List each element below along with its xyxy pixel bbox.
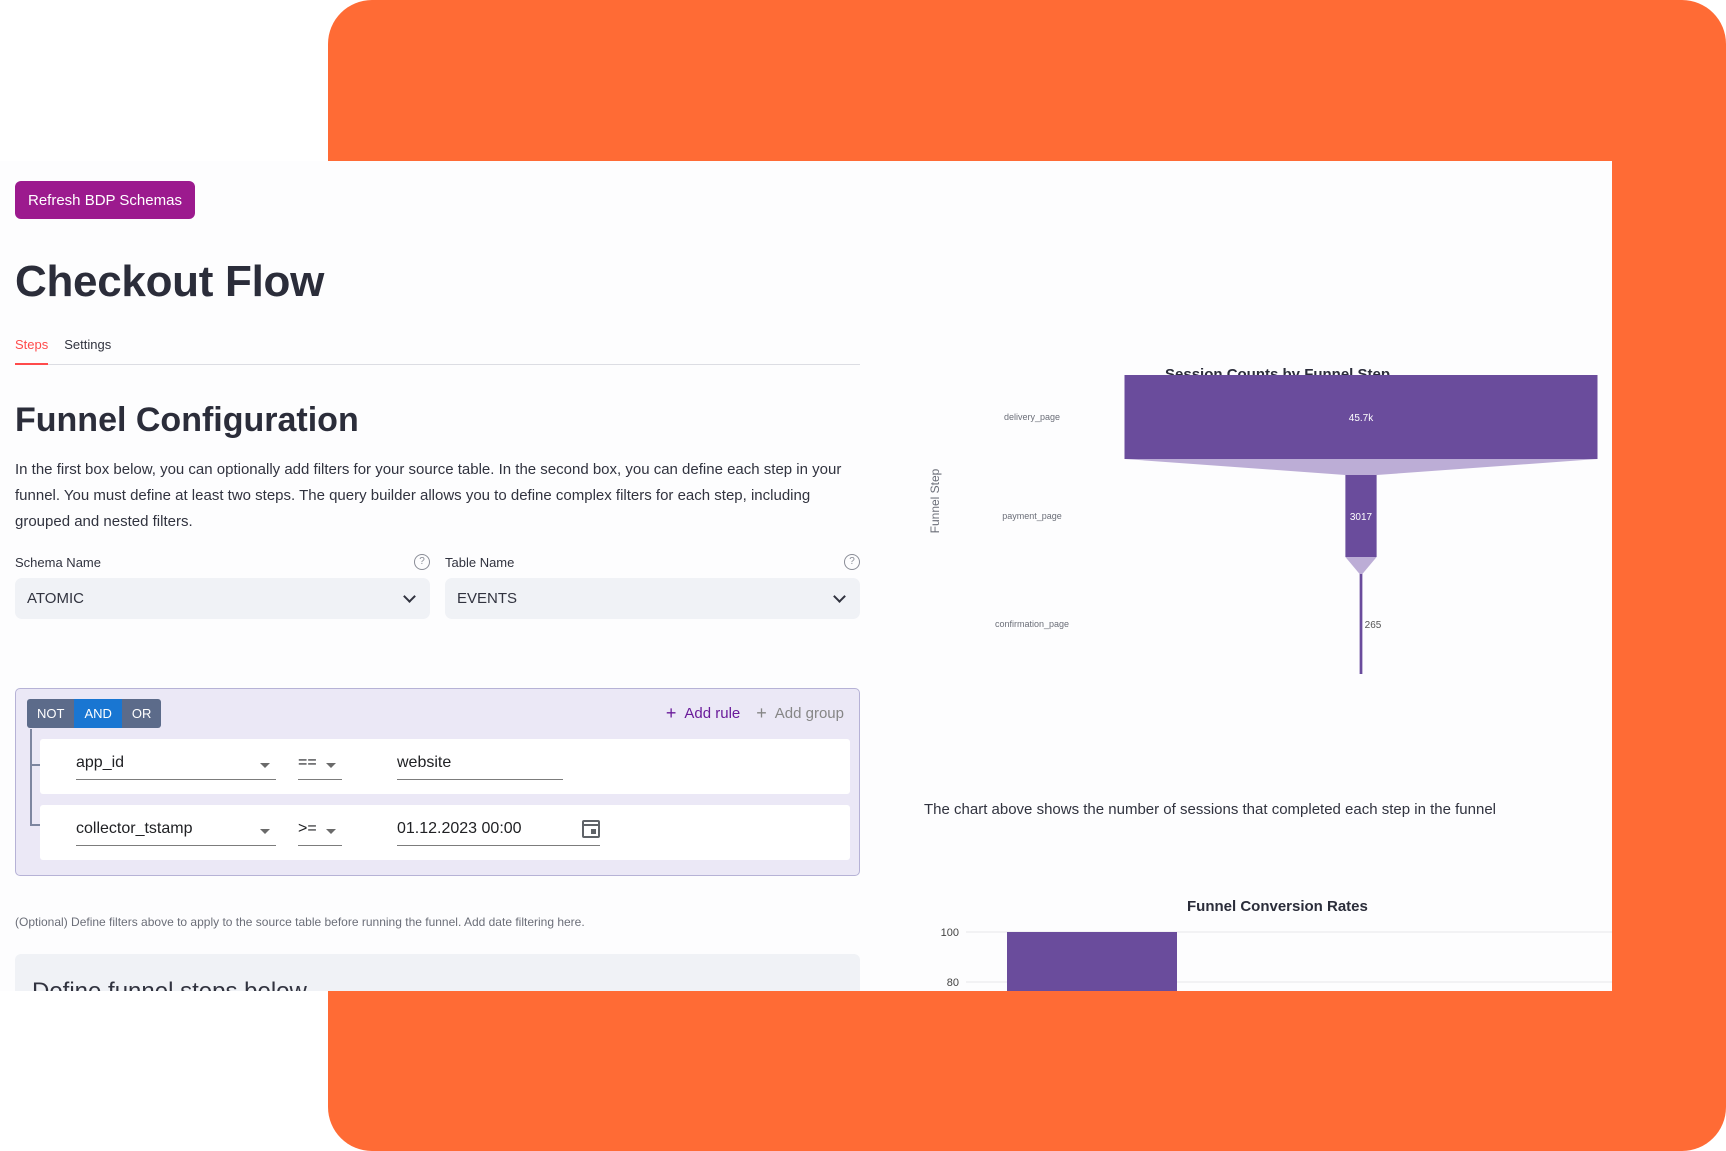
rule-value-text: website <box>397 754 452 771</box>
chart-caption: The chart above shows the number of sess… <box>924 801 1497 818</box>
funnel-value-label: 265 <box>1365 620 1382 631</box>
query-builder: NOT AND OR + Add rule + Add group app_id… <box>15 688 860 876</box>
y-tick-label: 80 <box>947 977 959 989</box>
table-name-value: EVENTS <box>457 590 518 607</box>
funnel-steps-box: Define funnel steps below <box>15 954 860 991</box>
rule-row: collector_tstamp >= 01.12.2023 00:00 <box>40 805 850 860</box>
add-rule-label: Add rule <box>684 705 741 722</box>
rule-date-input[interactable]: 01.12.2023 00:00 <box>397 818 600 846</box>
refresh-schemas-button[interactable]: Refresh BDP Schemas <box>15 181 195 219</box>
rule-operator-value: == <box>298 754 317 771</box>
caret-down-icon <box>326 763 336 768</box>
chevron-down-icon <box>833 590 846 603</box>
funnel-category-label: delivery_page <box>1004 412 1060 422</box>
caret-down-icon <box>326 829 336 834</box>
y-tick-label: 100 <box>941 927 959 939</box>
funnel-axis-label: Funnel Step <box>928 468 942 533</box>
conversion-bar <box>1007 932 1177 991</box>
schema-name-label: Schema Name <box>15 555 101 570</box>
table-name-select[interactable]: EVENTS <box>445 578 860 619</box>
rule-field-select[interactable]: collector_tstamp <box>76 818 276 846</box>
app-window: Refresh BDP Schemas Checkout Flow Steps … <box>0 161 1612 991</box>
schema-name-value: ATOMIC <box>27 590 84 607</box>
steps-box-title: Define funnel steps below <box>32 978 307 991</box>
add-rule-button[interactable]: + Add rule <box>665 703 741 723</box>
rule-value-input[interactable]: website <box>397 752 563 780</box>
intro-text: In the first box below, you can optional… <box>15 461 842 530</box>
table-name-label: Table Name <box>445 555 515 570</box>
combinator-and[interactable]: AND <box>74 699 122 728</box>
tab-bar: Steps Settings <box>15 331 860 365</box>
funnel-category-label: payment_page <box>1002 511 1062 521</box>
funnel-connector <box>1345 557 1377 574</box>
rule-field-value: app_id <box>76 754 125 771</box>
caret-down-icon <box>260 763 270 768</box>
add-group-button[interactable]: + Add group <box>756 703 844 723</box>
rule-field-select[interactable]: app_id <box>76 752 276 780</box>
rule-row: app_id == website <box>40 739 850 794</box>
funnel-value-label: 3017 <box>1350 512 1373 523</box>
combinator-group: NOT AND OR <box>27 699 162 728</box>
plus-icon: + <box>756 703 767 723</box>
caret-down-icon <box>260 829 270 834</box>
combinator-or[interactable]: OR <box>121 699 162 728</box>
section-title: Funnel Configuration <box>15 401 359 439</box>
rule-operator-select[interactable]: >= <box>298 818 342 846</box>
funnel-chart: Funnel Step delivery_page 45.7k payment_pa… <box>928 375 1598 674</box>
rule-operator-select[interactable]: == <box>298 752 342 780</box>
chevron-down-icon <box>403 590 416 603</box>
query-builder-actions: + Add rule + Add group <box>665 703 844 723</box>
tab-steps[interactable]: Steps <box>15 331 49 365</box>
rule-value-text: 01.12.2023 00:00 <box>397 820 522 837</box>
calendar-icon[interactable] <box>582 820 600 838</box>
tab-settings[interactable]: Settings <box>64 331 111 365</box>
schema-name-select[interactable]: ATOMIC <box>15 578 430 619</box>
plus-icon: + <box>665 703 677 723</box>
funnel-connector <box>1124 459 1598 475</box>
funnel-value-label: 45.7k <box>1349 413 1374 424</box>
filter-caption: (Optional) Define filters above to apply… <box>15 915 585 929</box>
combinator-not[interactable]: NOT <box>27 699 75 728</box>
rule-field-value: collector_tstamp <box>76 820 193 837</box>
add-group-label: Add group <box>774 705 844 722</box>
help-icon[interactable]: ? <box>844 554 860 570</box>
conversion-chart: 100 80 <box>941 927 1612 991</box>
rule-operator-value: >= <box>298 820 317 837</box>
help-icon[interactable]: ? <box>414 554 430 570</box>
funnel-category-label: confirmation_page <box>995 619 1069 629</box>
page-title: Checkout Flow <box>15 257 324 306</box>
tree-connector <box>30 729 32 824</box>
funnel-bar <box>1359 574 1363 674</box>
